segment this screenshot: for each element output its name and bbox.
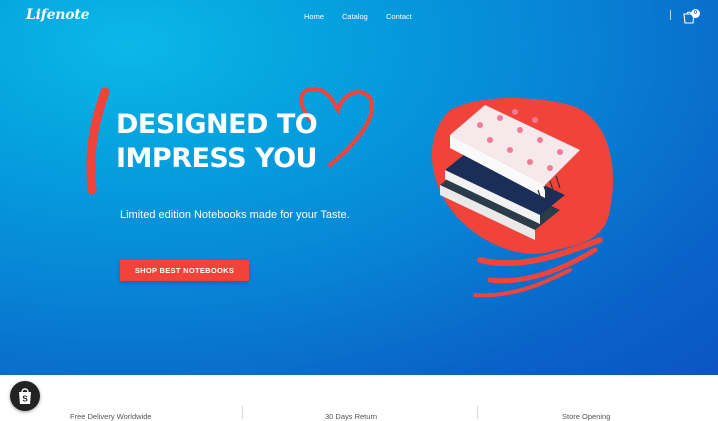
hero-subtext: Limited edition Notebooks made for your … [120, 209, 350, 221]
notebook-stack-image [431, 98, 614, 298]
header-divider [670, 10, 671, 20]
svg-text:S: S [22, 395, 28, 404]
shop-best-notebooks-button[interactable]: SHOP BEST NOTEBOOKS [120, 260, 249, 281]
feature-store-opening: Store Opening [562, 412, 611, 421]
nav-link-home[interactable]: Home [304, 12, 324, 21]
shopify-bag-icon: S [19, 388, 31, 404]
feature-divider [242, 406, 243, 419]
main-nav: Home Catalog Contact [0, 12, 718, 24]
feature-returns: 30 Days Return [325, 412, 378, 421]
nav-link-catalog[interactable]: Catalog [342, 12, 368, 21]
headline-line-1: DESIGNED TO [116, 109, 318, 140]
headline-line-2: IMPRESS YOU [116, 143, 317, 174]
feature-free-delivery: Free Delivery Worldwide [70, 412, 152, 421]
hero-banner: Lifenote Home Catalog Contact 0 DESIGNED… [0, 0, 718, 375]
nav-link-contact[interactable]: Contact [386, 12, 412, 21]
hero-headline: DESIGNED TO IMPRESS YOU [116, 108, 318, 176]
cart-count-badge: 0 [691, 9, 700, 18]
feature-divider [477, 406, 478, 419]
shopify-badge[interactable]: S [10, 381, 40, 411]
features-bar: Free Delivery Worldwide 30 Days Return S… [0, 375, 718, 421]
